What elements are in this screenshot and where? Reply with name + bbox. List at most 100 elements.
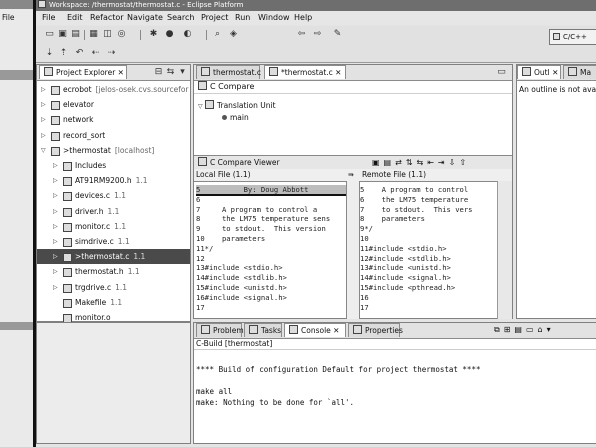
menu-run[interactable]: Run [235, 11, 250, 25]
file-icon [63, 177, 72, 187]
minimize-icon[interactable]: ▭ [496, 67, 507, 78]
menu-bar: File Edit Refactor Navigate Search Proje… [36, 11, 596, 25]
next-annotation-icon[interactable]: ⇣ [44, 48, 55, 59]
translation-unit-node[interactable]: ▽ Translation Unit [198, 100, 276, 110]
console-icon [289, 325, 298, 334]
new-class-icon[interactable]: ◎ [116, 29, 127, 40]
new-icon[interactable]: ▭ [44, 29, 55, 40]
tree-item[interactable]: ▽ >thermostat [localhost] [37, 143, 190, 158]
tree-item[interactable]: ▷ ecrobot [jelos-osek.cvs.sourcefor [37, 82, 190, 97]
menu-file[interactable]: File [42, 11, 55, 25]
collapse-arrow-icon[interactable]: ▷ [41, 112, 46, 127]
tree-item[interactable]: ▷ >thermostat.c 1.1 [37, 249, 190, 265]
tree-item[interactable]: Makefile 1.1 [37, 295, 190, 310]
code-line: 12#include <stdlib.h> [360, 253, 451, 263]
forward-icon[interactable]: ⇨ [312, 29, 323, 40]
collapse-arrow-icon[interactable]: ▷ [53, 188, 58, 203]
pin-icon[interactable]: ✎ [332, 29, 343, 40]
expand-arrow-icon[interactable]: ▽ [41, 143, 46, 158]
main-function-node[interactable]: main [222, 113, 249, 122]
translation-unit-icon [205, 100, 215, 109]
code-line: 12 [196, 253, 205, 263]
tab-console[interactable]: Console ✕ [284, 323, 346, 337]
last-edit-icon[interactable]: ↶ [74, 48, 85, 59]
console-actions-icons[interactable]: ⧉⊞▤▭⌂▾ [494, 325, 555, 335]
tree-item[interactable]: ▷ trgdrive.c 1.1 [37, 280, 190, 295]
collapse-arrow-icon[interactable]: ▷ [53, 204, 58, 219]
menu-edit[interactable]: Edit [67, 11, 83, 25]
right-code-pane[interactable]: 5 A program to control 6 the LM75 tempera… [360, 185, 495, 318]
collapse-arrow-icon[interactable]: ▷ [53, 173, 58, 188]
outline-icon [522, 67, 531, 76]
tree-item[interactable]: ▷ record_sort [37, 128, 190, 143]
compare-vertical-scrollbar[interactable] [497, 181, 512, 319]
tab-outline[interactable]: Outl ✕ [517, 65, 561, 79]
console-line: **** Build of configuration Default for … [196, 365, 481, 374]
tab-tasks[interactable]: Tasks [244, 323, 282, 337]
print-icon[interactable]: ▤ [70, 29, 81, 40]
collapse-arrow-icon[interactable]: ▷ [53, 249, 58, 264]
tab-thermostat-c[interactable]: thermostat.c [196, 65, 261, 79]
perspective-icon [553, 33, 560, 40]
tree-item[interactable]: ▷ Includes [37, 158, 190, 173]
tree-item[interactable]: ▷ driver.h 1.1 [37, 204, 190, 219]
collapse-arrow-icon[interactable]: ▷ [41, 97, 46, 112]
compare-actions-icons[interactable]: ▣▤⇄⇅⇆⇤⇥⇩⇧ [372, 156, 470, 169]
tree-item[interactable]: ▷ devices.c 1.1 [37, 188, 190, 203]
console-tabs: Problems Tasks Console ✕ Properties ⧉⊞▤▭… [194, 323, 596, 339]
external-tools-icon[interactable]: ◐ [182, 29, 193, 40]
tab-problems[interactable]: Problems [196, 323, 248, 337]
previous-annotation-icon[interactable]: ⇡ [58, 48, 69, 59]
debug-icon[interactable]: ✱ [148, 29, 159, 40]
tab-make-targets[interactable]: Ma [563, 65, 596, 79]
tree-item[interactable]: ▷ network [37, 112, 190, 127]
left-code-pane[interactable]: 5 By: Doug Abbott 6 7 A program to control… [196, 185, 346, 318]
perspective-switcher[interactable]: C/C++ [549, 29, 596, 45]
search-icon[interactable]: ⌕ [212, 29, 223, 40]
tree-item[interactable]: ▷ elevator [37, 97, 190, 112]
collapse-arrow-icon[interactable]: ▷ [53, 219, 58, 234]
function-icon [222, 115, 227, 120]
menu-search[interactable]: Search [167, 11, 194, 25]
build-icon[interactable]: ▦ [88, 29, 99, 40]
save-icon[interactable]: ▣ [57, 29, 68, 40]
properties-icon [353, 325, 362, 334]
tab-properties[interactable]: Properties [348, 323, 403, 337]
code-line: 15#include <unistd.h> [196, 283, 287, 292]
code-line: 15#include <pthread.h> [360, 283, 456, 292]
background-file-menu[interactable]: File [2, 13, 15, 22]
editor-tabs: thermostat.c *thermostat.c ✕ ▭ [194, 65, 512, 81]
code-line: 6 [196, 194, 201, 204]
editor-area: thermostat.c *thermostat.c ✕ ▭ C Compare… [193, 64, 513, 319]
open-type-icon[interactable]: ◈ [228, 29, 239, 40]
forward-history-icon[interactable]: ⇢ [106, 48, 117, 59]
run-icon[interactable]: ● [164, 29, 175, 40]
code-line: 10 parameters [196, 234, 266, 243]
menu-project[interactable]: Project [201, 11, 228, 25]
new-c-project-icon[interactable]: ◫ [102, 29, 113, 40]
tab-project-explorer[interactable]: Project Explorer ✕ [39, 65, 127, 79]
collapse-arrow-icon[interactable]: ▷ [53, 234, 58, 249]
link-editor-icon[interactable]: ⇆ [165, 67, 176, 78]
back-icon[interactable]: ⇦ [296, 29, 307, 40]
menu-navigate[interactable]: Navigate [127, 11, 163, 25]
collapse-arrow-icon[interactable]: ▷ [53, 280, 58, 295]
collapse-arrow-icon[interactable]: ▷ [53, 158, 58, 173]
menu-window[interactable]: Window [258, 11, 290, 25]
collapse-arrow-icon[interactable]: ▷ [53, 264, 58, 279]
menu-refactor[interactable]: Refactor [90, 11, 124, 25]
view-menu-icon[interactable]: ▾ [177, 67, 188, 78]
tree-item[interactable]: ▷ AT91RM9200.h 1.1 [37, 173, 190, 188]
tree-item[interactable]: ▷ monitor.c 1.1 [37, 219, 190, 234]
tree-item[interactable]: ▷ thermostat.h 1.1 [37, 264, 190, 279]
tab-thermostat-c-compare[interactable]: *thermostat.c ✕ [264, 65, 346, 79]
collapse-arrow-icon[interactable]: ▷ [41, 128, 46, 143]
back-history-icon[interactable]: ⇠ [90, 48, 101, 59]
copy-arrow-icon[interactable]: ⇛ [348, 169, 354, 181]
collapse-arrow-icon[interactable]: ▷ [41, 82, 46, 97]
left-file-label: Local File (1.1) [196, 170, 251, 179]
collapse-all-icon[interactable]: ⊟ [153, 67, 164, 78]
menu-help[interactable]: Help [294, 11, 312, 25]
tree-item[interactable]: ▷ simdrive.c 1.1 [37, 234, 190, 249]
tree-item-label: elevator [63, 100, 94, 110]
